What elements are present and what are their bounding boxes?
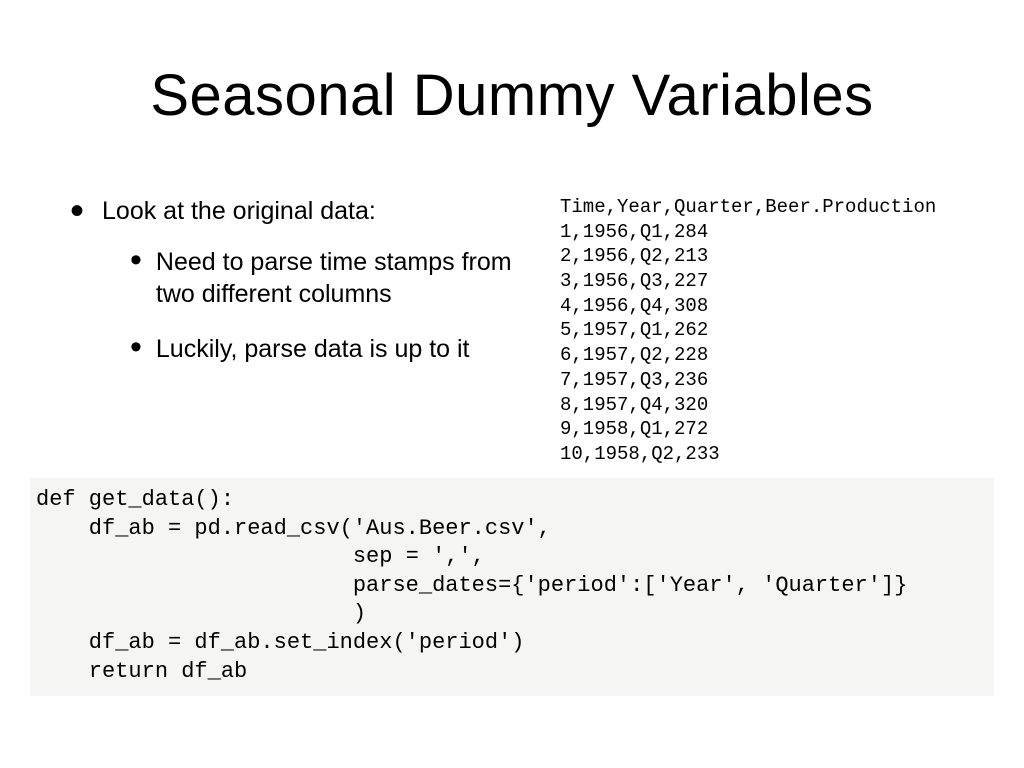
bullet-main-text: Look at the original data: <box>102 195 376 228</box>
slide-title: Seasonal Dummy Variables <box>0 62 1024 129</box>
bullet-dot-icon: • <box>130 250 142 270</box>
bullet-dot-icon: • <box>130 337 142 357</box>
code-block: def get_data(): df_ab = pd.read_csv('Aus… <box>30 478 994 696</box>
bullet-dot-icon: • <box>70 199 84 223</box>
slide: Seasonal Dummy Variables • Look at the o… <box>0 0 1024 768</box>
bullet-list: • Look at the original data: • Need to p… <box>70 195 550 387</box>
csv-preview: Time,Year,Quarter,Beer.Production 1,1956… <box>560 195 1010 467</box>
bullet-sub-2-text: Luckily, parse data is up to it <box>156 333 470 366</box>
bullet-sub-2: • Luckily, parse data is up to it <box>130 333 550 366</box>
bullet-sub-1-text: Need to parse time stamps from two diffe… <box>156 246 550 311</box>
bullet-sub-1: • Need to parse time stamps from two dif… <box>130 246 550 311</box>
bullet-main: • Look at the original data: <box>70 195 550 228</box>
